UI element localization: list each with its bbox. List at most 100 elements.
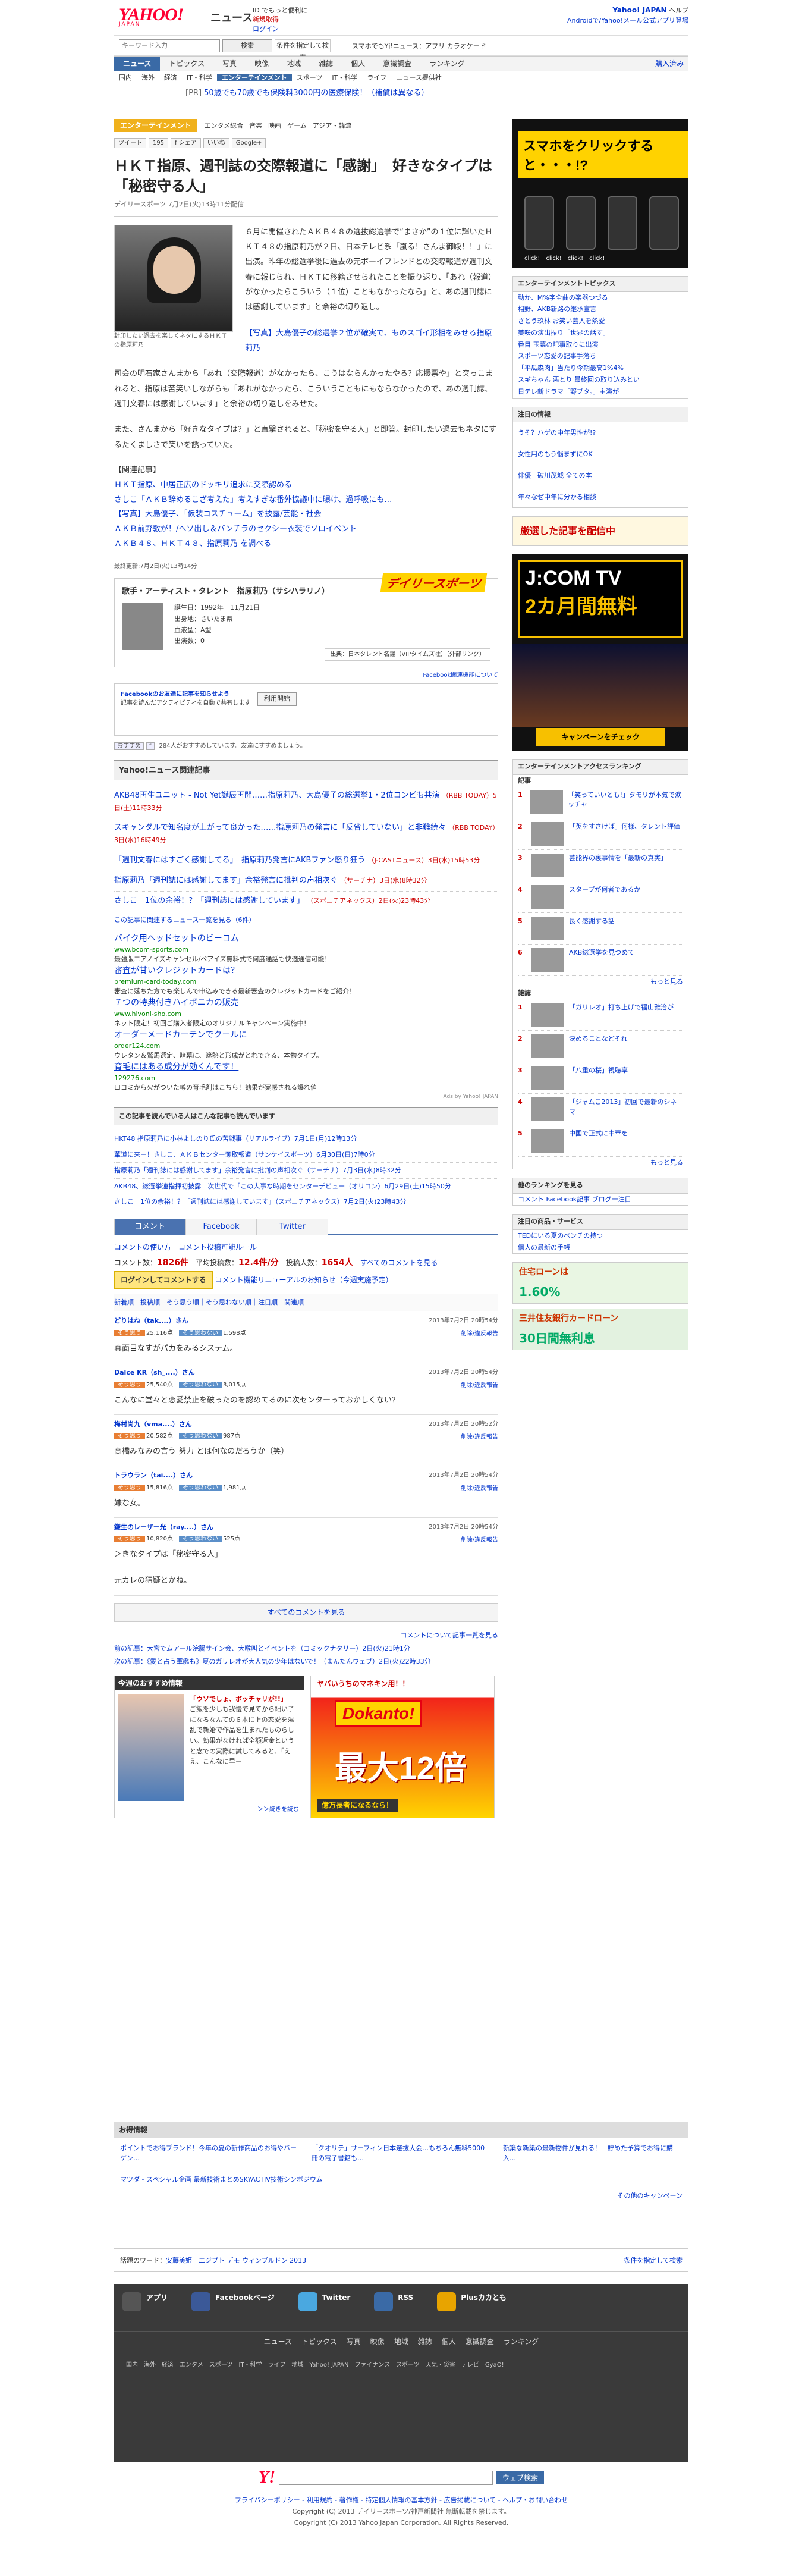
vote-down-button[interactable]: そう思わない [179,1536,222,1543]
ad-headline[interactable]: オーダーメードカーテンでクールに [114,1029,498,1041]
topic-link[interactable]: 動か、M%字全曲の楽器つづる [513,292,688,304]
yahoo-japan-link[interactable]: Yahoo! JAPAN [612,6,666,14]
yahoo-logo[interactable]: YAHOO! JAPAN [119,5,184,27]
subnav-it[interactable]: IT・科学 [182,74,217,81]
nav-magazine[interactable]: 雑誌 [310,57,342,71]
nav-local[interactable]: 地域 [278,57,310,71]
topic-link[interactable]: さとう玖林 お笑い芸人を熱愛 [513,315,688,327]
deal-link[interactable]: 「クオリテ」サーフィン日本選抜大会…もちろん無料5000冊の電子書籍も… [312,2144,491,2163]
bottom-search-input[interactable] [278,2471,493,2485]
ranking-item[interactable]: 3 芸能界の裏事情を「最新の真実」 [518,850,683,881]
ranking-item[interactable]: 1 「ガリレオ」打ち上げで福山雅治が [518,999,683,1031]
fb-note-link[interactable]: Facebook関連機能について [114,671,498,680]
app-promo[interactable]: スマホでもYj!ニュース：アプリ カラオケード [352,42,486,52]
all-comments-link[interactable]: すべてのコメントを見る [360,1259,438,1267]
deal-link[interactable]: 新築な新築の最新物件が見れる！ 貯めた予算でお得に購入… [503,2144,683,2163]
cat-tab[interactable]: エンタメ総合 [204,122,243,130]
vote-down-button[interactable]: そう思わない [179,1329,222,1336]
promo-ad-left[interactable]: 今週のおすすめ情報 「ウソでしょ、ボッチャリが!!」 ご飯を少しも我慢で見てから細… [114,1675,304,1818]
gplus-button[interactable]: Google+ [231,138,266,148]
report-link[interactable]: 削除/違反報告 [461,1329,498,1338]
help-link[interactable]: ヘルプ [669,7,688,14]
nav-photo[interactable]: 写真 [213,57,246,71]
topic-link[interactable]: スギちゃん 悪とり 最終回の取り込みとい [513,374,688,386]
subnav-domestic[interactable]: 国内 [114,74,137,81]
vote-down-button[interactable]: そう思わない [179,1381,222,1388]
cat-tab[interactable]: 音楽 [249,122,262,130]
service-link[interactable]: TEDにいる夏のベンチの持つ [513,1230,688,1242]
subnav-life[interactable]: ライフ [362,74,391,81]
footer-app-link[interactable]: アプリ [122,2292,168,2323]
list-item[interactable]: スキャンダルで知名度が上がって良かった……指原莉乃の発言に「反省していない」と非… [114,818,498,851]
search-input[interactable] [119,39,220,52]
nav-personal[interactable]: 個人 [342,57,374,71]
jcom-ad[interactable]: J:COM TV 2カ月間無料 キャンペーンをチェック [512,554,688,751]
list-item[interactable]: さしこ 1位の余裕！？「週刊誌には感謝しています」 （スポニチアネックス）2日(… [114,892,498,912]
login-link[interactable]: ログイン [253,25,279,33]
ad-headline[interactable]: 育毛にはある成分が効くんです！ [114,1061,498,1074]
ranking-item[interactable]: 5 中国で正式に中華を [518,1125,683,1157]
vote-down-button[interactable]: そう思わない [179,1484,222,1491]
vote-up-button[interactable]: そう思う [114,1536,145,1543]
advanced-search-button[interactable]: 条件を指定して検索 [275,39,331,61]
ad-headline[interactable]: バイク用ヘッドセットのビーコム [114,933,498,945]
more-link[interactable]: もっと見る [513,1157,688,1169]
footer-facebook-link[interactable]: Facebookページ [191,2292,275,2323]
related-link[interactable]: ＡＫＢ前野敦が！/ヘソ出し＆パンチラのセクシー衣装でソロイベント [114,522,498,537]
ranking-item[interactable]: 4 「ジャムこ2013」初回で最新のシネマ [518,1094,683,1126]
footer-grid[interactable]: 国内 海外 経済 エンタメ スポーツ IT・科学 ライフ 地域 Yahoo! J… [114,2352,688,2379]
comment-guide-link[interactable]: コメントの使い方 [114,1243,171,1251]
nav-ranking[interactable]: ランキング [420,57,474,71]
prev-article-link[interactable]: 前の記事：大宮でムアール浣腸サイン会、大喉叫とイベントを（コミックナタリー）2日… [114,1642,498,1655]
deal-link[interactable]: マツダ・スペシャル企画 最新技術まとめSKYACTIV技術シンポジウム [120,2175,683,2185]
related-more-link[interactable]: この記事に関連するニュース一覧を見る（6件） [114,911,498,929]
loan-banner[interactable]: 住宅ローンは 1.60% [512,1262,688,1304]
footer-rss-link[interactable]: RSS [374,2292,413,2323]
cat-tab[interactable]: ゲーム [287,122,307,130]
list-item[interactable]: 指原莉乃「週刊誌には感謝してます」余裕発言に批判の声相次ぐ（サーチナ）7月3日(… [114,1163,498,1179]
list-item[interactable]: AKB48、総選挙連指揮初披露 次世代で「この大事な時期をセンターデビュー（オリ… [114,1179,498,1195]
article-photo[interactable] [114,224,233,332]
vote-up-button[interactable]: そう思う [114,1381,145,1388]
report-link[interactable]: 削除/違反報告 [461,1433,498,1442]
vote-up-button[interactable]: そう思う [114,1484,145,1491]
topic-link[interactable]: 「平瓜森肉」当たり今期最高1%4% [513,362,688,374]
topic-link[interactable]: 相野、AKB新路の継承宣言 [513,303,688,315]
list-item[interactable]: さしこ 1位の余裕！？「週刊誌には感謝しています」（スポニチアネックス）7月2日… [114,1194,498,1210]
topic-link[interactable]: スポーツ恋愛の記事手落ち [513,350,688,362]
all-comments-button[interactable]: すべてのコメントを見る [114,1602,498,1622]
report-link[interactable]: 削除/違反報告 [461,1536,498,1545]
more-link[interactable]: もっと見る [513,976,688,988]
fb-icon[interactable]: f [146,742,155,751]
ranking-item[interactable]: 1 「笑っていいとも!」タモリが本気で涙ッチャ [518,787,683,818]
like-button[interactable]: いいね [203,138,229,148]
comment-sort[interactable]: 新着順｜投稿順｜そう思う順｜そう思わない順｜注目順｜関連順 [114,1294,498,1312]
list-item[interactable]: 指原莉乃「週刊誌には感謝してます」余裕発言に批判の声相次ぐ （サーチナ）3日(水… [114,871,498,892]
talent-source[interactable]: 出典：日本タレント名鑑（VIPタイムズ社）（外部リンク） [325,648,490,661]
featured-link[interactable]: 俳優 破川茂城 全ての本 [513,465,688,487]
au-ad[interactable]: スマホをクリックすると・・・!? click! click! click! cl… [512,119,688,268]
report-link[interactable]: 削除/違反報告 [461,1484,498,1493]
curated-banner[interactable]: 厳選した記事を配信中 [512,516,688,547]
service-link[interactable]: 個人の最新の手帳 [513,1242,688,1254]
footer-plus-link[interactable]: Plusカカとも [437,2292,507,2323]
subnav-providers[interactable]: ニュース提供社 [391,74,446,81]
ad-headline[interactable]: ７つの特典付きハイボニカの販売 [114,997,498,1009]
report-link[interactable]: 削除/違反報告 [461,1381,498,1390]
subnav-science[interactable]: IT・科学 [327,74,362,81]
subnav-world[interactable]: 海外 [137,74,159,81]
list-item[interactable]: AKB48再生ユニット - Not Yet誕辰再開……指原莉乃、大島優子の総選挙… [114,786,498,819]
vote-up-button[interactable]: そう思う [114,1433,145,1440]
deal-link[interactable]: ポイントでお得ブランド！今年の夏の新作商品のお得やバーゲン… [120,2144,300,2163]
ranking-item[interactable]: 2 決めることなどそれ [518,1031,683,1063]
nav-topics[interactable]: トピックス [160,57,213,71]
fb-share-button[interactable]: f シェア [171,138,201,148]
yahoo-logo-small[interactable]: Y! [259,2468,275,2487]
web-search-button[interactable]: ウェブ検索 [496,2471,544,2484]
cat-tab[interactable]: 映画 [268,122,281,130]
ranking-item[interactable]: 3 「八重の桜」視聴率 [518,1062,683,1094]
pr-banner[interactable]: [PR] 50歳でも70歳でも保険料3000円の医療保険！（補償は異なる） [114,84,688,102]
vote-down-button[interactable]: そう思わない [179,1433,222,1440]
ranking-item[interactable]: 6 AKB総選挙を見つめて [518,945,683,976]
talent-avatar[interactable] [122,603,163,651]
